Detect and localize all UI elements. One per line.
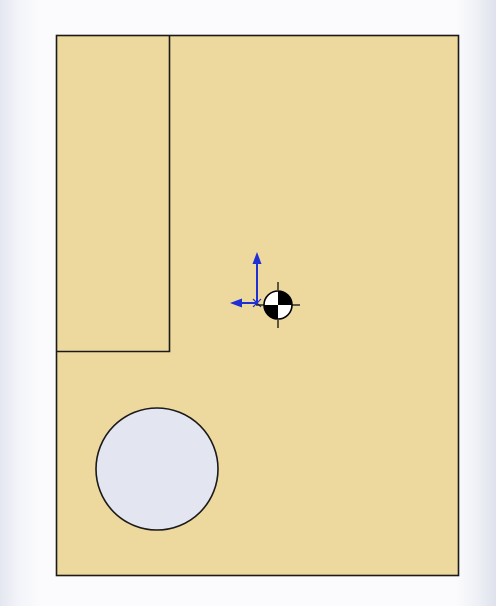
model-canvas[interactable] [0,0,496,606]
circular-hole[interactable] [95,407,219,531]
graphics-viewport[interactable] [0,0,496,606]
